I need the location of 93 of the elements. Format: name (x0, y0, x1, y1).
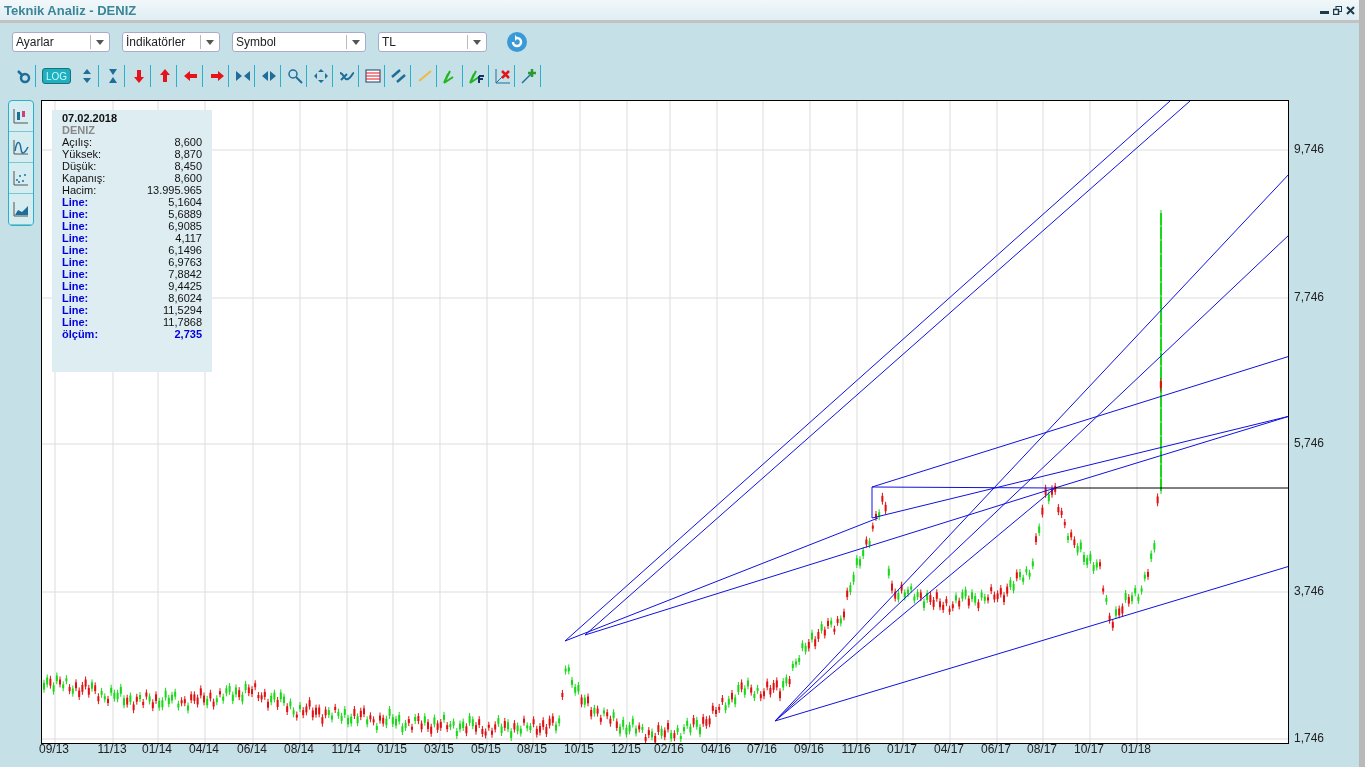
info-label: Line: (62, 280, 89, 292)
x-axis-label: 01/17 (887, 742, 917, 756)
info-date: 07.02.2018 (62, 112, 119, 124)
x-axis-label: 10/17 (1074, 742, 1104, 756)
chart-letter-icon (468, 68, 485, 84)
info-label: Line: (62, 316, 89, 328)
horizontal-arrows-icon (260, 68, 277, 84)
info-value: 2,735 (174, 328, 202, 340)
info-label: Line: (62, 232, 89, 244)
info-value: 8,600 (174, 172, 202, 184)
y-axis-label: 9,746 (1294, 142, 1325, 156)
y-axis-label: 7,746 (1294, 290, 1325, 304)
x-axis-label: 11/13 (97, 742, 127, 756)
close-icon[interactable] (1346, 5, 1355, 15)
info-value: 6,9763 (168, 256, 202, 268)
parallel-lines-icon (390, 68, 407, 84)
pencil-line-icon (416, 68, 433, 84)
info-value: 13.995.965 (146, 184, 202, 196)
refresh-icon[interactable] (507, 32, 527, 52)
x-axis-label: 08/14 (284, 742, 314, 756)
info-label: Line: (62, 292, 89, 304)
info-label: Line: (62, 244, 89, 256)
info-label: Açılış: (62, 136, 92, 148)
x-axis-label: 06/17 (981, 742, 1011, 756)
arrow-left-icon (182, 68, 199, 84)
info-label: Line: (62, 268, 89, 280)
chart-delete-icon (494, 68, 511, 84)
info-value: 5,1604 (168, 196, 202, 208)
info-value: 5,6889 (168, 208, 202, 220)
chart-add-icon (520, 68, 537, 84)
grid-icon (364, 68, 381, 84)
x-axis-label: 02/16 (654, 742, 684, 756)
wave-chart-icon (12, 139, 29, 155)
x-axis-label: 12/15 (611, 742, 641, 756)
x-axis-label: 01/14 (142, 742, 172, 756)
info-value: 8,600 (174, 136, 202, 148)
search-icon (286, 68, 303, 84)
x-axis-label: 01/15 (377, 742, 407, 756)
x-axis-label: 04/17 (934, 742, 964, 756)
x-axis-label: 11/14 (331, 742, 361, 756)
caret-icon (473, 39, 481, 45)
info-value: 6,1496 (168, 244, 202, 256)
candlestick-chart-icon (12, 108, 29, 124)
info-value: 8,6024 (168, 292, 202, 304)
info-value: 8,870 (174, 148, 202, 160)
caret-icon (96, 39, 104, 45)
info-label: Line: (62, 256, 89, 268)
scatter-chart-icon (12, 170, 29, 186)
dropdown[interactable]: Ayarlar (12, 32, 110, 52)
x-axis-label: 03/15 (424, 742, 454, 756)
x-axis-label: 08/17 (1027, 742, 1057, 756)
x-axis-label: 06/14 (237, 742, 267, 756)
info-label: Kapanış: (62, 172, 106, 184)
info-value: 11,7868 (163, 316, 202, 328)
window-title: Teknik Analiz - DENIZ (4, 2, 137, 18)
x-axis-label: 01/18 (1121, 742, 1151, 756)
info-label: Line: (62, 304, 89, 316)
x-axis-label: 11/16 (841, 742, 871, 756)
caret-icon (206, 39, 214, 45)
area-chart-icon (12, 201, 29, 217)
x-axis-label: 09/16 (794, 742, 824, 756)
move-icon (312, 68, 329, 84)
x-axis-label: 10/15 (564, 742, 594, 756)
dropdown[interactable]: İndikatörler (122, 32, 220, 52)
dropdown[interactable]: TL (378, 32, 487, 52)
info-label: Line: (62, 196, 89, 208)
x-axis-label: 04/14 (189, 742, 219, 756)
info-value: 6,9085 (168, 220, 202, 232)
info-label: Line: (62, 208, 89, 220)
info-value: 8,450 (174, 160, 202, 172)
compress-horizontal-icon (234, 68, 251, 84)
y-axis-label: 3,746 (1294, 584, 1325, 598)
dropdown[interactable]: Symbol (232, 32, 366, 52)
info-label: Line: (62, 220, 89, 232)
caret-icon (352, 39, 360, 45)
x-axis-label: 07/16 (747, 742, 777, 756)
y-axis-label: 5,746 (1294, 436, 1325, 450)
arrow-right-icon (208, 68, 225, 84)
x-axis-label: 08/15 (517, 742, 547, 756)
info-value: 4,117 (175, 232, 202, 244)
info-value: 9,4425 (168, 280, 202, 292)
x-axis-label: 09/13 (39, 742, 69, 756)
y-axis-label: 1,746 (1294, 731, 1325, 745)
x-axis-label: 05/15 (471, 742, 501, 756)
restore-icon[interactable] (1333, 5, 1342, 15)
info-label: Düşük: (62, 160, 97, 172)
info-value: 7,8842 (168, 268, 202, 280)
info-label: ölçüm: (62, 328, 99, 340)
x-axis-label: 04/16 (701, 742, 731, 756)
info-value: 11,5294 (163, 304, 202, 316)
info-label: Yüksek: (62, 148, 102, 160)
info-symbol: DENIZ (62, 124, 96, 136)
info-label: Hacim: (62, 184, 97, 196)
